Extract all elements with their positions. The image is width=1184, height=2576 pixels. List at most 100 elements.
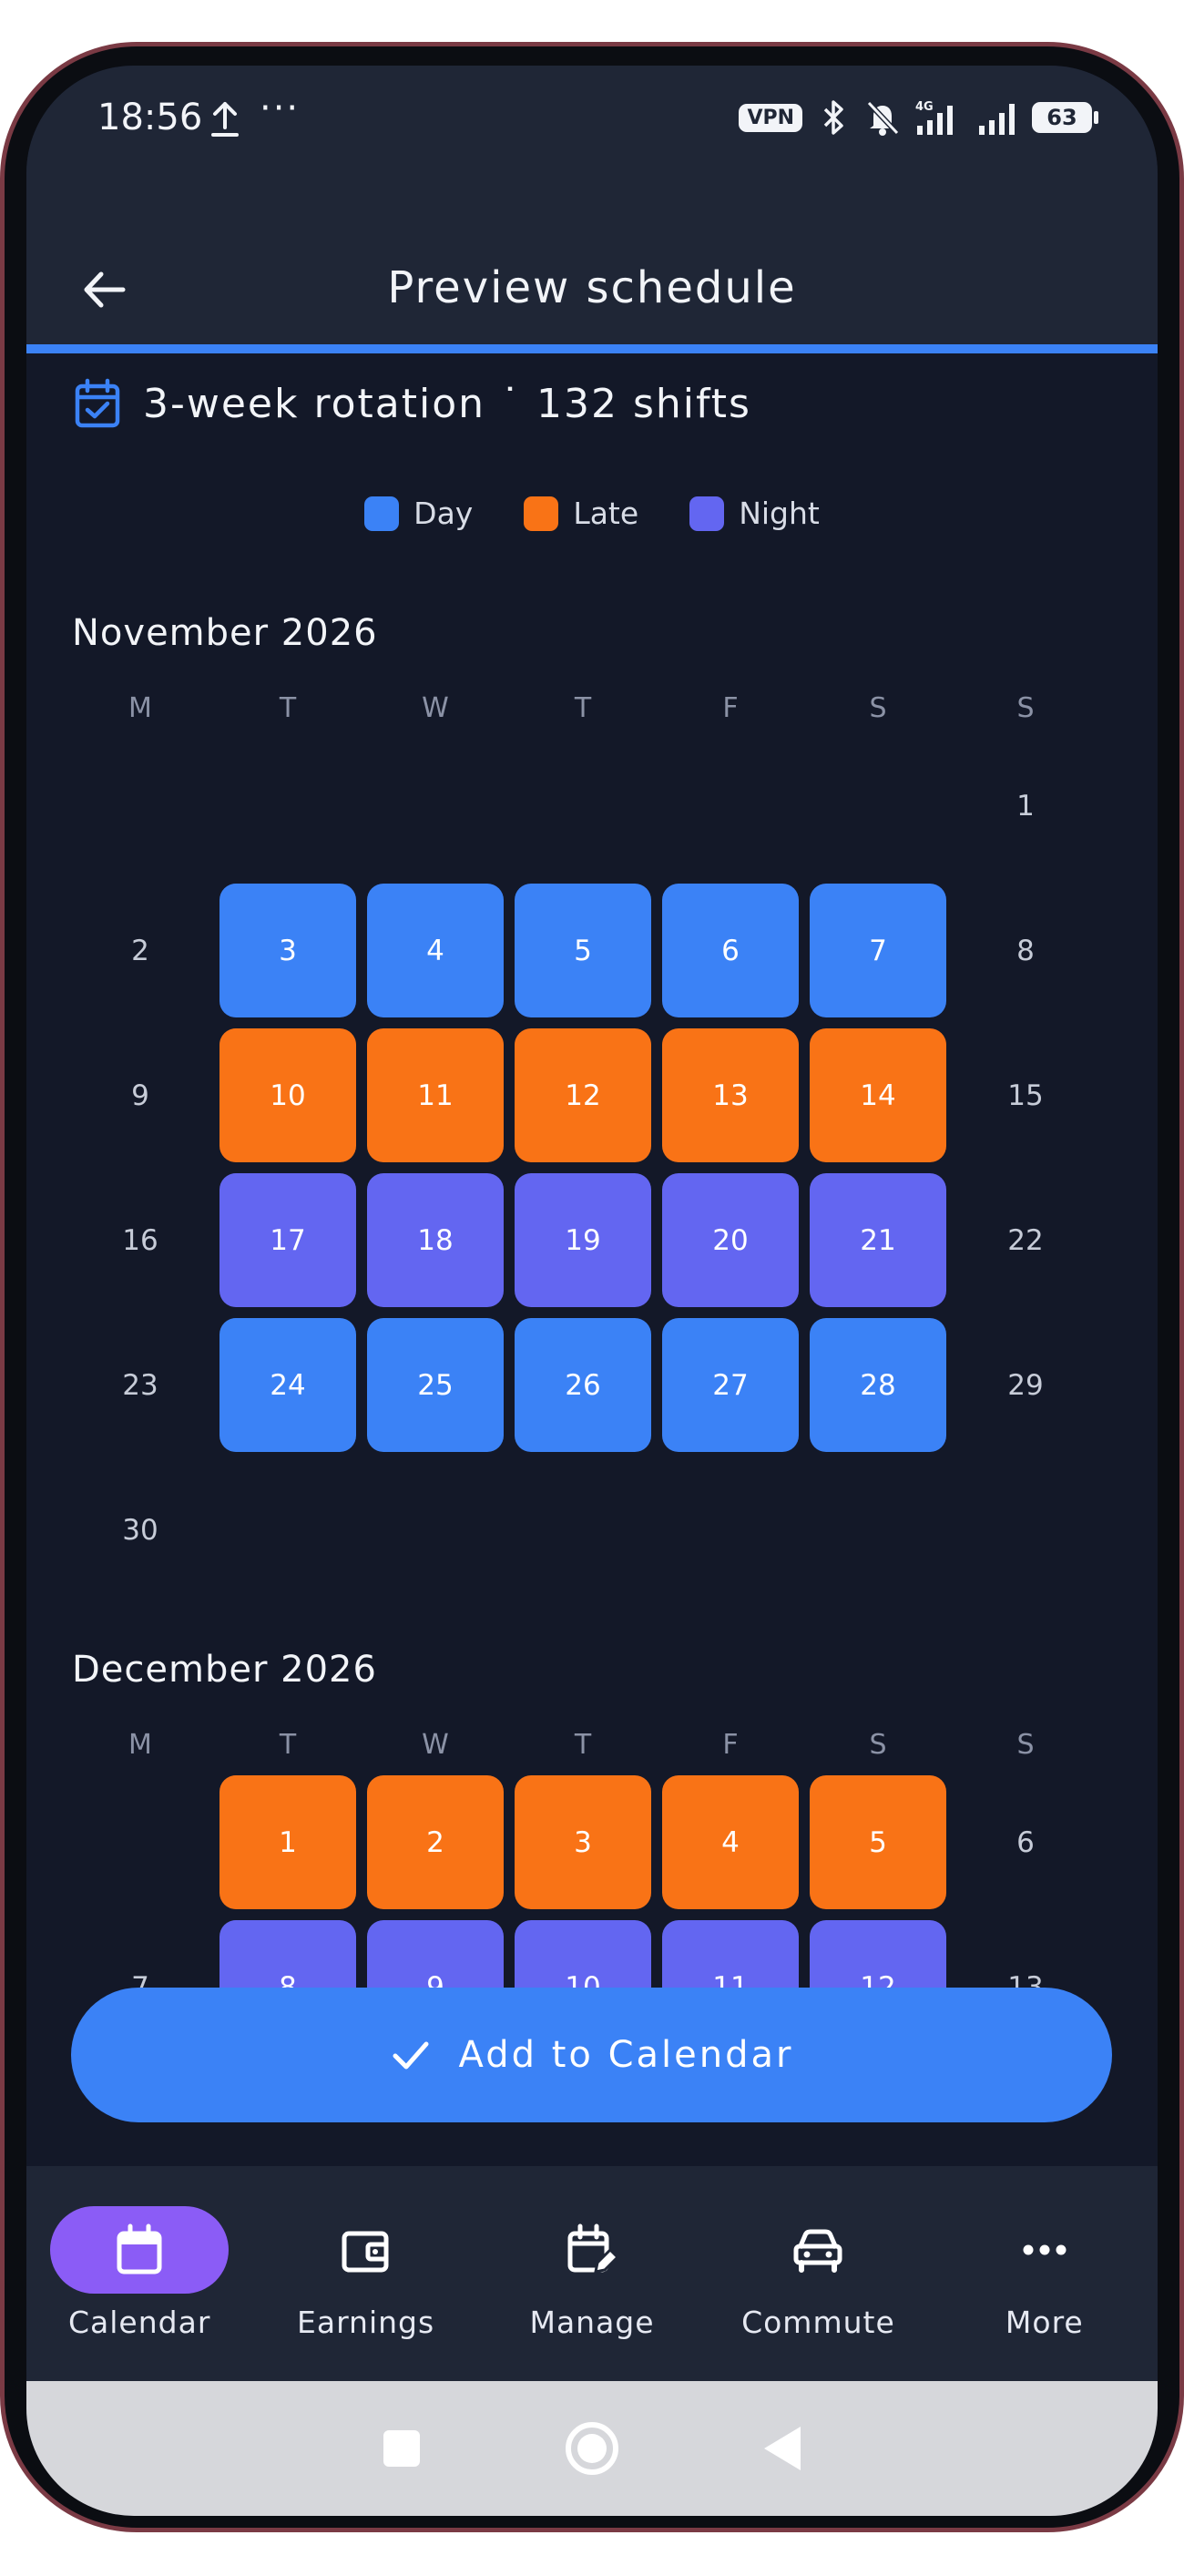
empty-cell [509, 733, 657, 878]
add-to-calendar-button[interactable]: Add to Calendar [71, 1988, 1112, 2122]
nav-item-more[interactable]: More [932, 2166, 1158, 2381]
shift-tile-day[interactable]: 24 [219, 1318, 356, 1452]
nav-item-manage[interactable]: Manage [479, 2166, 705, 2381]
day-cell[interactable]: 12 [509, 1023, 657, 1168]
recents-button[interactable] [383, 2430, 420, 2467]
day-cell[interactable]: 5 [804, 1770, 952, 1915]
shift-tile-day[interactable]: 3 [219, 884, 356, 1017]
shift-tile-day[interactable]: 5 [515, 884, 651, 1017]
day-cell[interactable]: 3 [214, 878, 362, 1023]
day-cell[interactable]: 12 [804, 1915, 952, 1997]
shift-tile-day[interactable]: 7 [810, 884, 946, 1017]
day-cell[interactable]: 16 [66, 1168, 214, 1313]
weekday-label: T [279, 1729, 297, 1761]
shift-tile-late[interactable]: 2 [367, 1775, 504, 1909]
day-number: 8 [1016, 934, 1035, 967]
shift-tile-night[interactable]: 12 [810, 1920, 946, 1997]
calendar-edit-icon [567, 2223, 620, 2274]
shift-tile-late[interactable]: 4 [662, 1775, 799, 1909]
day-cell[interactable]: 10 [509, 1915, 657, 1997]
day-cell[interactable]: 8 [214, 1915, 362, 1997]
shift-tile-night[interactable]: 8 [219, 1920, 356, 1997]
day-cell[interactable]: 4 [657, 1770, 804, 1915]
day-cell[interactable]: 9 [66, 1023, 214, 1168]
day-cell[interactable]: 6 [952, 1770, 1099, 1915]
day-cell[interactable]: 15 [952, 1023, 1099, 1168]
legend-swatch [524, 496, 559, 531]
day-cell[interactable]: 30 [66, 1457, 214, 1602]
shift-tile-night[interactable]: 21 [810, 1173, 946, 1307]
shift-tile-day[interactable]: 26 [515, 1318, 651, 1452]
shift-tile-night[interactable]: 20 [662, 1173, 799, 1307]
day-cell[interactable]: 18 [362, 1168, 509, 1313]
nav-item-earnings[interactable]: Earnings [252, 2166, 478, 2381]
shift-tile-day[interactable]: 6 [662, 884, 799, 1017]
day-cell[interactable]: 6 [657, 878, 804, 1023]
overflow-status-icon: ··· [260, 87, 301, 129]
day-cell[interactable]: 11 [362, 1023, 509, 1168]
nav-item-commute[interactable]: Commute [705, 2166, 931, 2381]
day-cell[interactable]: 25 [362, 1313, 509, 1457]
day-cell[interactable]: 29 [952, 1313, 1099, 1457]
day-cell[interactable]: 13 [952, 1915, 1099, 1998]
day-cell[interactable]: 24 [214, 1313, 362, 1457]
day-cell[interactable]: 23 [66, 1313, 214, 1457]
shift-tile-day[interactable]: 4 [367, 884, 504, 1017]
day-cell[interactable]: 3 [509, 1770, 657, 1915]
shift-tile-late[interactable]: 1 [219, 1775, 356, 1909]
empty-cell [66, 733, 214, 878]
day-cell[interactable]: 26 [509, 1313, 657, 1457]
nav-icon-container [503, 2206, 681, 2294]
nav-item-calendar[interactable]: Calendar [26, 2166, 252, 2381]
nav-icon-container [955, 2206, 1134, 2294]
day-cell[interactable]: 11 [657, 1915, 804, 1997]
shift-tile-late[interactable]: 12 [515, 1028, 651, 1162]
system-back-button[interactable] [764, 2427, 801, 2470]
weekday-label: W [422, 692, 449, 724]
weekday-header: MTWTFSS [66, 692, 1099, 724]
shift-tile-late[interactable]: 14 [810, 1028, 946, 1162]
home-button[interactable] [566, 2422, 618, 2475]
day-cell[interactable]: 9 [362, 1915, 509, 1997]
shift-tile-night[interactable]: 9 [367, 1920, 504, 1997]
shift-tile-day[interactable]: 27 [662, 1318, 799, 1452]
day-cell[interactable]: 1 [214, 1770, 362, 1915]
shift-tile-night[interactable]: 10 [515, 1920, 651, 1997]
shift-tile-night[interactable]: 18 [367, 1173, 504, 1307]
day-cell[interactable]: 13 [657, 1023, 804, 1168]
shift-tile-late[interactable]: 5 [810, 1775, 946, 1909]
day-cell[interactable]: 5 [509, 878, 657, 1023]
shift-tile-late[interactable]: 13 [662, 1028, 799, 1162]
day-cell[interactable]: 10 [214, 1023, 362, 1168]
shift-tile-late[interactable]: 10 [219, 1028, 356, 1162]
shift-tile-night[interactable]: 19 [515, 1173, 651, 1307]
shift-tile-day[interactable]: 25 [367, 1318, 504, 1452]
shift-tile-night[interactable]: 11 [662, 1920, 799, 1997]
day-cell[interactable]: 2 [362, 1770, 509, 1915]
calendar-scroll-area[interactable]: November 2026 M T W T F S S 1 2 3 4 5 6 7 8 9 10 11 12 13 14 1… [26, 576, 1158, 1997]
day-cell[interactable]: 22 [952, 1168, 1099, 1313]
day-cell[interactable]: 28 [804, 1313, 952, 1457]
day-cell[interactable]: 17 [214, 1168, 362, 1313]
nav-label: More [1005, 2305, 1084, 2340]
day-cell[interactable]: 2 [66, 878, 214, 1023]
shift-tile-late[interactable]: 3 [515, 1775, 651, 1909]
day-cell[interactable]: 7 [804, 878, 952, 1023]
calendar-icon [117, 2223, 162, 2274]
legend-label: Late [573, 496, 639, 531]
day-cell[interactable]: 20 [657, 1168, 804, 1313]
day-cell[interactable]: 4 [362, 878, 509, 1023]
day-cell[interactable]: 14 [804, 1023, 952, 1168]
day-cell[interactable]: 1 [952, 733, 1099, 878]
day-cell[interactable]: 8 [952, 878, 1099, 1023]
shift-tile-day[interactable]: 28 [810, 1318, 946, 1452]
day-cell[interactable]: 21 [804, 1168, 952, 1313]
day-cell[interactable]: 7 [66, 1915, 214, 1998]
summary-text: 3-week rotation ˙ 132 shifts [143, 380, 751, 427]
day-cell[interactable]: 19 [509, 1168, 657, 1313]
day-cell[interactable]: 27 [657, 1313, 804, 1457]
shift-tile-night[interactable]: 17 [219, 1173, 356, 1307]
weekday-label: S [1016, 692, 1035, 724]
shift-tile-late[interactable]: 11 [367, 1028, 504, 1162]
signal-icon [979, 104, 1015, 135]
